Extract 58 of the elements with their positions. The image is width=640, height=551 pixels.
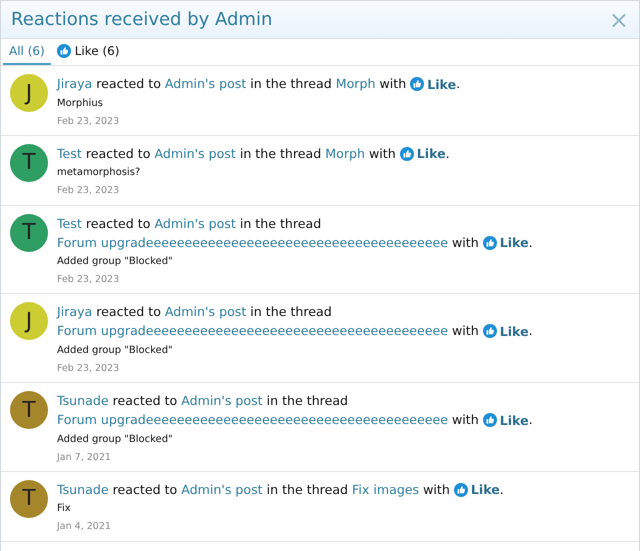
- thumbs-up-icon: [482, 236, 497, 250]
- reaction-sentence: Jiraya reacted to Admin's post in the thread Forum upgradeeeeeeeeeeeeeeeeeeeeeeeeeeeeeeeeeeeeeee with Like.: [57, 303, 534, 341]
- post-snippet: Fix: [57, 502, 72, 516]
- reaction-date: Jan 4, 2021: [57, 520, 112, 534]
- thumbs-up-icon: [482, 413, 497, 427]
- reaction-link[interactable]: Like: [482, 233, 529, 252]
- dialog-title: Reactions received by Admin: [11, 10, 272, 28]
- reaction-link[interactable]: Like: [482, 322, 529, 341]
- post-snippet: Added group "Blocked": [57, 432, 174, 446]
- post-link[interactable]: Admin's post: [164, 304, 246, 320]
- thumbs-up-icon: [56, 44, 71, 58]
- user-link[interactable]: Jiraya: [57, 304, 92, 320]
- thread-link[interactable]: Fix images: [352, 482, 420, 497]
- reaction-date: Feb 23, 2023: [57, 114, 120, 128]
- avatar[interactable]: J: [10, 302, 48, 340]
- post-snippet: Added group "Blocked": [57, 344, 174, 358]
- avatar[interactable]: T: [10, 391, 48, 429]
- post-snippet: Added group "Blocked": [57, 255, 174, 269]
- reaction-sentence: Test reacted to Admin's post in the thread Forum upgradeeeeeeeeeeeeeeeeeeeeeeeeeeeeeeeeeeeeeee with Like.: [57, 214, 534, 252]
- thumbs-up-icon: [400, 146, 414, 161]
- reaction-link[interactable]: Like: [482, 410, 529, 430]
- thread-link[interactable]: Forum upgradeeeeeeeeeeeeeeeeeeeeeeeeeeeeeeeeeeeeeee: [57, 412, 448, 427]
- user-link[interactable]: Jiraya: [57, 76, 92, 91]
- thumbs-up-icon: [454, 482, 468, 497]
- avatar[interactable]: J: [10, 74, 48, 112]
- reaction-date: Jan 7, 2021: [57, 450, 112, 464]
- post-link[interactable]: Admin's post: [154, 146, 236, 161]
- post-link[interactable]: Admin's post: [181, 393, 263, 408]
- post-snippet: Morphius: [57, 96, 104, 110]
- user-link[interactable]: Tsunade: [57, 393, 109, 408]
- reaction-sentence: Tsunade reacted to Admin's post in the thread Fix images with Like.: [57, 480, 505, 500]
- post-link[interactable]: Admin's post: [181, 482, 263, 497]
- thread-link[interactable]: Forum upgradeeeeeeeeeeeeeeeeeeeeeeeeeeeeeeeeeeeeeee: [57, 323, 448, 338]
- thread-link[interactable]: Morph: [336, 76, 376, 91]
- thread-link[interactable]: Morph: [325, 146, 365, 161]
- thread-link[interactable]: Forum upgradeeeeeeeeeeeeeeeeeeeeeeeeeeeeeeeeeeeeeee: [57, 234, 448, 250]
- reaction-link[interactable]: Like: [410, 74, 456, 94]
- reaction-link[interactable]: Like: [454, 480, 500, 500]
- user-link[interactable]: Tsunade: [57, 482, 109, 497]
- avatar[interactable]: T: [10, 214, 48, 252]
- post-link[interactable]: Admin's post: [164, 76, 246, 91]
- reaction-sentence: Jiraya reacted to Admin's post in the thread Morph with Like.: [57, 74, 462, 94]
- thumbs-up-icon: [410, 77, 424, 91]
- reaction-date: Feb 23, 2023: [57, 184, 120, 198]
- tab[interactable]: Like (6): [50, 38, 126, 65]
- user-link[interactable]: Test: [57, 146, 82, 161]
- user-link[interactable]: Test: [57, 216, 82, 230]
- avatar[interactable]: T: [10, 480, 48, 518]
- reaction-link[interactable]: Like: [400, 144, 446, 164]
- reaction-sentence: Tsunade reacted to Admin's post in the thread Forum upgradeeeeeeeeeeeeeeeeeeeeeeeeeeeeeeeeeeeeeee with Like.: [57, 392, 534, 430]
- post-link[interactable]: Admin's post: [154, 216, 236, 230]
- reaction-sentence: Test reacted to Admin's post in the thread Morph with Like.: [57, 144, 451, 164]
- post-snippet: metamorphosis?: [57, 166, 142, 180]
- thumbs-up-icon: [482, 324, 497, 338]
- reaction-date: Feb 23, 2023: [57, 362, 120, 376]
- reaction-date: Feb 23, 2023: [57, 273, 120, 287]
- tab[interactable]: All (6): [3, 38, 51, 65]
- avatar[interactable]: T: [10, 144, 48, 182]
